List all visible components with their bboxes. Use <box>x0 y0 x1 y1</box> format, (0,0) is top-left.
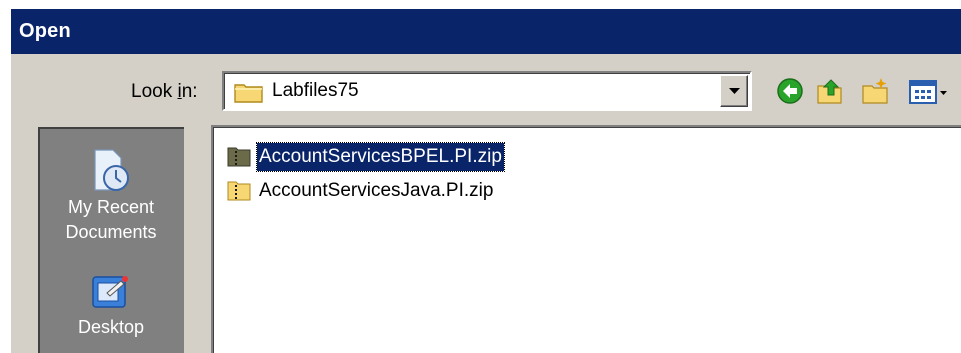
places-item-recent-documents[interactable]: My Recent Documents <box>40 147 182 245</box>
look-in-combobox[interactable]: Labfiles75 <box>222 71 752 111</box>
up-folder-icon[interactable] <box>815 76 845 106</box>
back-icon[interactable] <box>775 76 805 106</box>
zip-folder-icon <box>227 181 251 201</box>
file-name: AccountServicesBPEL.PI.zip <box>256 142 505 172</box>
open-dialog: Open Look in: Labfiles75 My Recent Docum… <box>10 8 961 353</box>
recent-documents-icon <box>94 149 129 191</box>
places-item-desktop[interactable]: Desktop <box>40 271 182 340</box>
places-item-label: Desktop <box>77 317 145 337</box>
look-in-dropdown-button[interactable] <box>720 75 748 107</box>
look-in-label: Look in: <box>131 81 198 102</box>
places-item-label: Documents <box>65 222 157 242</box>
view-menu-icon[interactable] <box>907 76 953 106</box>
folder-icon <box>234 84 263 103</box>
places-item-label: My Recent <box>67 197 155 217</box>
desktop-icon <box>92 276 128 308</box>
file-name: AccountServicesJava.PI.zip <box>259 180 494 201</box>
new-folder-icon[interactable] <box>861 76 891 106</box>
places-bar: My Recent Documents Desktop <box>38 127 184 353</box>
zip-folder-icon <box>227 147 251 167</box>
chevron-down-icon <box>729 88 740 94</box>
look-in-value: Labfiles75 <box>272 80 359 101</box>
file-list[interactable]: AccountServicesBPEL.PI.zip AccountServic… <box>211 125 961 353</box>
dialog-title: Open <box>11 9 961 54</box>
